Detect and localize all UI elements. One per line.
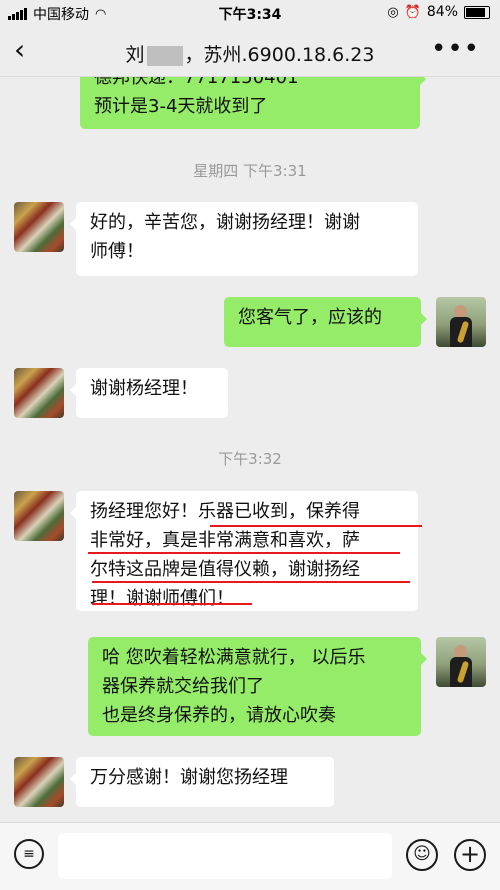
message-line: 师傅！	[90, 241, 144, 262]
message-line: 谢谢杨经理！	[90, 378, 198, 399]
message-bubble[interactable]: 扬经理您好！乐器已收到，保养得 非常好，真是非常满意和喜欢，萨 尔特这品牌是值得…	[70, 491, 418, 611]
avatar[interactable]	[14, 202, 64, 252]
message-line: 尔特这品牌是值得仪赖，谢谢扬经	[90, 559, 360, 580]
avatar[interactable]	[436, 637, 486, 687]
message-bubble[interactable]: 好的，辛苦您，谢谢扬经理！谢谢 师傅！	[70, 202, 418, 276]
battery-icon	[464, 5, 490, 19]
message-line: 也是终身保养的，请放心吹奏	[102, 705, 336, 726]
message-line: 器保养就交给我们了	[102, 676, 264, 697]
voice-icon[interactable]: ≡	[14, 839, 44, 869]
avatar[interactable]	[436, 297, 486, 347]
orientation-lock-icon: ◎	[387, 4, 399, 20]
message-line: 您客气了，应该的	[238, 307, 382, 328]
message-line: 扬经理您好！乐器已收到，保养得	[90, 501, 360, 522]
highlight-underline	[88, 552, 400, 554]
message-line: 哈 您吹着轻松满意就行， 以后乐	[102, 647, 366, 668]
message-line: 非常好，真是非常满意和喜欢，萨	[90, 530, 360, 551]
avatar[interactable]	[14, 491, 64, 541]
message-bubble[interactable]: 哈 您吹着轻松满意就行， 以后乐 器保养就交给我们了 也是终身保养的，请放心吹奏	[88, 637, 427, 736]
highlight-underline	[92, 581, 410, 583]
timestamp: 下午3:32	[218, 450, 282, 468]
status-bar: 中国移动 ◠ 下午3:34 ◎ ⏰ 84%	[0, 0, 500, 26]
message-line: 德邦快递：7717150401	[94, 77, 299, 88]
message-line: 好的，辛苦您，谢谢扬经理！谢谢	[90, 212, 360, 233]
more-dots-icon[interactable]: •••	[431, 34, 480, 64]
message-bubble[interactable]: 您客气了，应该的	[224, 297, 427, 347]
message-bubble[interactable]: 谢谢杨经理！	[70, 368, 228, 418]
message-bubble[interactable]: 万分感谢！谢谢您扬经理	[70, 757, 334, 807]
alarm-icon: ⏰	[404, 4, 421, 20]
emoji-icon[interactable]: ☺	[406, 839, 438, 871]
message-line: 预计是3-4天就收到了	[94, 96, 268, 117]
chevron-left-icon[interactable]: ‹	[14, 36, 25, 64]
chat-header: ‹ 刘 ，苏州.6900.18.6.23 •••	[0, 26, 500, 77]
contact-name: 刘	[125, 44, 145, 66]
input-bar: ≡ ☺ +	[0, 822, 500, 890]
message-line: 理！谢谢师傅们！	[90, 588, 234, 609]
highlight-underline	[92, 603, 252, 605]
message-line: 万分感谢！谢谢您扬经理	[90, 767, 288, 788]
timestamp: 星期四 下午3:31	[193, 162, 307, 180]
message-bubble[interactable]: 德邦快递：7717150401 预计是3-4天就收到了	[80, 77, 426, 129]
avatar[interactable]	[14, 368, 64, 418]
redacted-block	[146, 45, 183, 66]
contact-remark: ，苏州.6900.18.6.23	[184, 44, 375, 66]
battery-percent: 84%	[426, 4, 458, 20]
avatar[interactable]	[14, 757, 64, 807]
highlight-underline	[210, 525, 422, 527]
plus-icon[interactable]: +	[454, 839, 486, 871]
chat-title: 刘 ，苏州.6900.18.6.23	[60, 40, 440, 67]
chat-history[interactable]: 德邦快递：7717150401 预计是3-4天就收到了 星期四 下午3:31 好…	[0, 77, 500, 822]
message-input[interactable]	[58, 833, 392, 879]
